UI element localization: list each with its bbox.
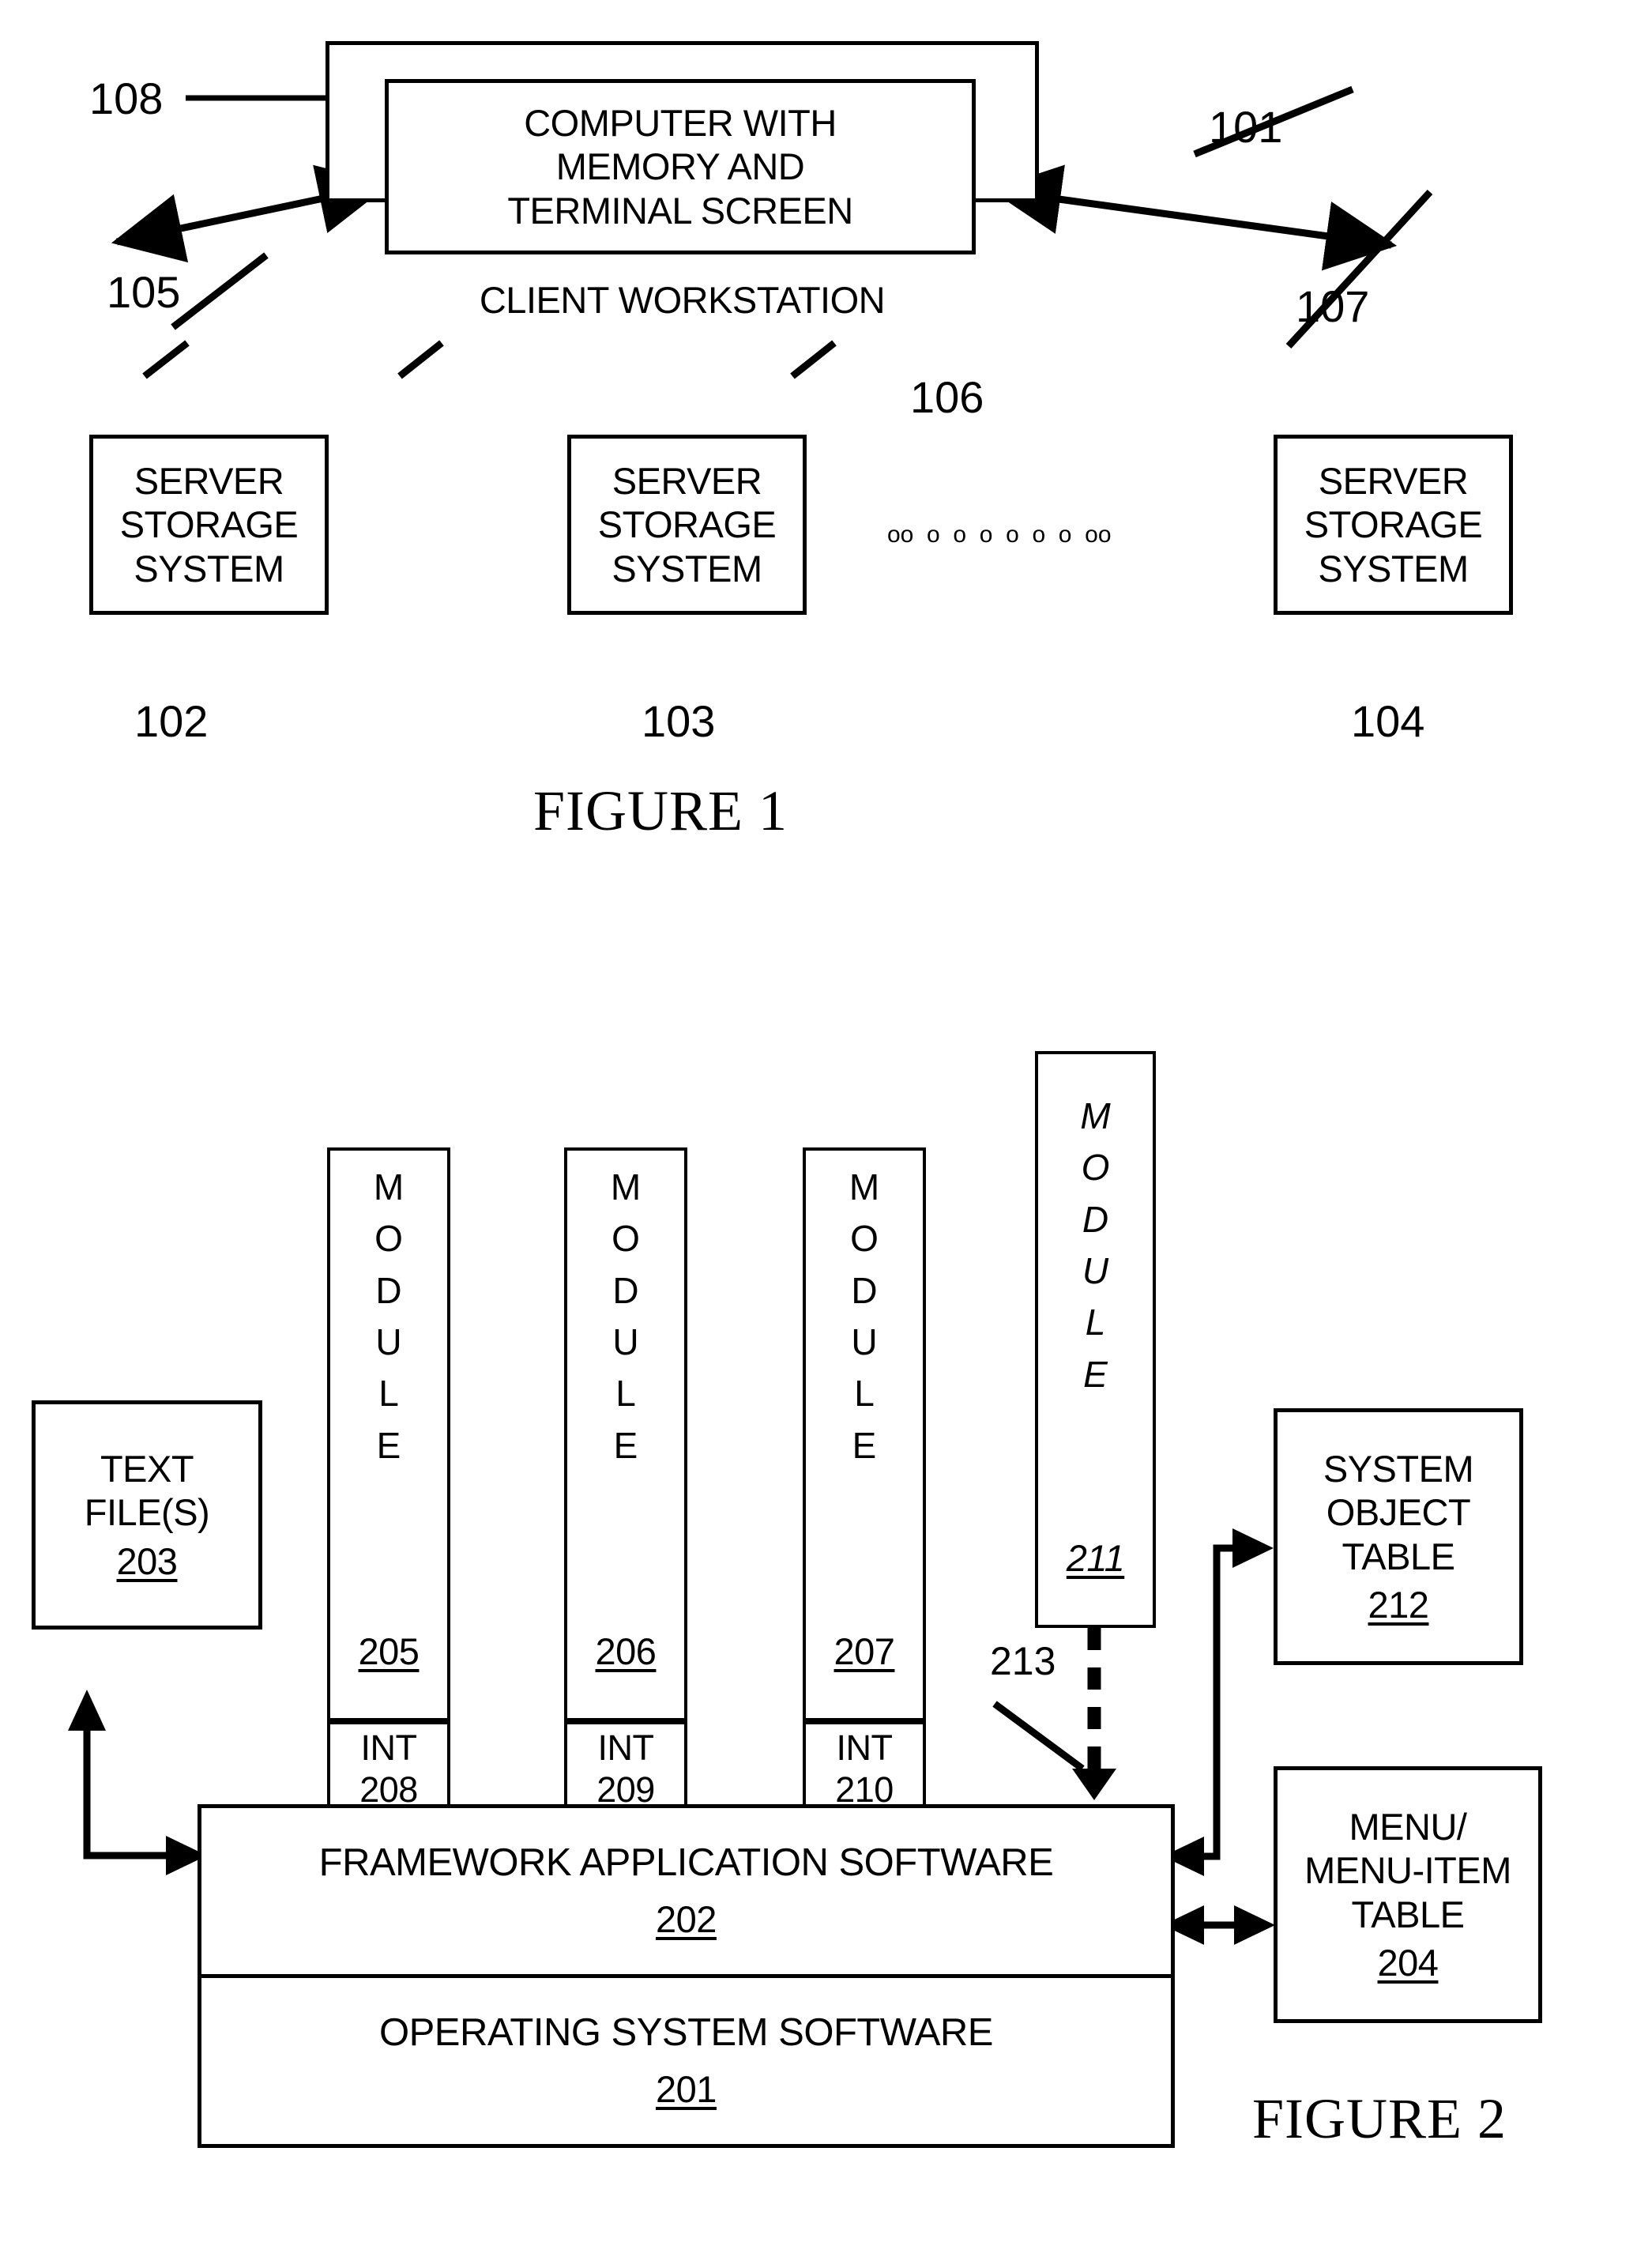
module-207-letter-5: E <box>852 1424 877 1466</box>
module-207-letter-2: D <box>851 1269 878 1311</box>
module-211-letter-4: L <box>1085 1302 1106 1343</box>
server-storage-system-103-box: SERVER STORAGE SYSTEM <box>567 435 807 615</box>
text-files-line-2: FILE(S) <box>84 1491 210 1534</box>
server-ellipsis: oo o o o o o o oo <box>887 522 1112 548</box>
module-207-ref: 207 <box>834 1630 895 1672</box>
module-211-letter-0: M <box>1080 1095 1111 1136</box>
ref-101: 101 <box>1209 102 1283 152</box>
module-205-int-box: INT 208 <box>327 1721 450 1816</box>
server-storage-system-104-box: SERVER STORAGE SYSTEM <box>1274 435 1513 615</box>
server-104-line-1: SERVER <box>1318 459 1469 502</box>
computer-line-1: COMPUTER WITH <box>524 101 837 144</box>
ref-103: 103 <box>642 696 716 746</box>
module-205-letters: M O D U L E <box>327 1162 450 1471</box>
module-207-letter-0: M <box>849 1166 880 1208</box>
framework-label: FRAMEWORK APPLICATION SOFTWARE <box>318 1841 1054 1885</box>
menu-table-line-2: MENU-ITEM <box>1304 1849 1511 1892</box>
system-object-table-line-2: OBJECT <box>1326 1491 1471 1534</box>
module-205-letter-0: M <box>373 1166 405 1208</box>
module-211-ref: 211 <box>1066 1537 1125 1579</box>
leader-103 <box>397 340 444 379</box>
server-102-line-3: SYSTEM <box>134 547 284 590</box>
connector-framework-menu-table <box>1163 1905 1275 1945</box>
module-206-letter-5: E <box>613 1424 638 1466</box>
module-206-ref: 206 <box>595 1630 657 1672</box>
module-211-letter-1: O <box>1081 1147 1110 1189</box>
computer-line-3: TERMINAL SCREEN <box>507 189 853 232</box>
ref-106: 106 <box>910 372 984 422</box>
server-102-line-1: SERVER <box>134 459 284 502</box>
ref-108: 108 <box>89 73 164 123</box>
module-205-letter-5: E <box>376 1424 401 1466</box>
operating-system-label: OPERATING SYSTEM SOFTWARE <box>378 2011 994 2055</box>
ref-105: 105 <box>107 267 181 317</box>
module-207-letters: M O D U L E <box>803 1162 926 1471</box>
module-206-letter-4: L <box>615 1373 636 1415</box>
patent-drawing-sheet: CLIENT WORKSTATION COMPUTER WITH MEMORY … <box>0 0 1652 2257</box>
menu-table-ref: 204 <box>1377 1941 1439 1984</box>
module-205-letter-2: D <box>375 1269 402 1311</box>
text-files-box: TEXT FILE(S) 203 <box>32 1400 262 1630</box>
system-object-table-line-3: TABLE <box>1342 1535 1455 1577</box>
ref-107: 107 <box>1296 281 1370 331</box>
module-206-letters: M O D U L E <box>564 1162 687 1471</box>
module-206-letter-2: D <box>612 1269 639 1311</box>
server-103-line-1: SERVER <box>612 459 762 502</box>
system-object-table-ref: 212 <box>1368 1583 1429 1626</box>
framework-ref: 202 <box>656 1898 717 1941</box>
operating-system-ref: 201 <box>656 2068 717 2111</box>
connector-framework-to-system-object-table <box>1213 1528 1274 1859</box>
module-205-ref: 205 <box>358 1630 420 1672</box>
figure-2-caption: FIGURE 2 <box>1252 2087 1507 2150</box>
system-object-table-box: SYSTEM OBJECT TABLE 212 <box>1274 1408 1523 1665</box>
module-205-letter-1: O <box>374 1218 403 1260</box>
module-207-letter-3: U <box>851 1321 878 1362</box>
system-object-table-line-1: SYSTEM <box>1323 1447 1474 1490</box>
operating-system-software-box: OPERATING SYSTEM SOFTWARE 201 <box>198 1974 1175 2148</box>
client-workstation-label: CLIENT WORKSTATION <box>479 279 886 321</box>
module-207-letter-4: L <box>854 1373 875 1415</box>
module-211-letters: M O D U L E <box>1035 1091 1156 1400</box>
leader-104 <box>790 340 837 379</box>
menu-table-line-1: MENU/ <box>1349 1805 1467 1848</box>
module-205-letter-4: L <box>378 1373 399 1415</box>
module-207-int-box: INT 210 <box>803 1721 926 1816</box>
server-103-line-2: STORAGE <box>597 503 777 546</box>
server-storage-system-102-box: SERVER STORAGE SYSTEM <box>89 435 329 615</box>
server-104-line-2: STORAGE <box>1304 503 1483 546</box>
module-206-int-box: INT 209 <box>564 1721 687 1816</box>
connector-framework-to-text-files <box>68 1690 207 1875</box>
text-files-line-1: TEXT <box>100 1447 194 1490</box>
text-files-ref: 203 <box>116 1539 178 1582</box>
connector-107 <box>989 164 1433 349</box>
module-211-letter-2: D <box>1082 1198 1109 1240</box>
module-206-int-label: INT <box>597 1727 655 1768</box>
ref-213: 213 <box>990 1639 1056 1683</box>
module-211-letter-3: U <box>1082 1249 1109 1291</box>
menu-menu-item-table-box: MENU/ MENU-ITEM TABLE 204 <box>1274 1766 1542 2023</box>
server-103-line-3: SYSTEM <box>612 547 762 590</box>
module-207-letter-1: O <box>850 1218 879 1260</box>
server-104-line-3: SYSTEM <box>1318 547 1469 590</box>
module-206-letter-3: U <box>612 1321 639 1362</box>
module-205-int-label: INT <box>360 1727 418 1768</box>
framework-application-software-box: FRAMEWORK APPLICATION SOFTWARE 202 <box>198 1804 1175 1978</box>
ref-102: 102 <box>134 696 209 746</box>
module-206-letter-0: M <box>610 1166 642 1208</box>
computer-memory-terminal-box: COMPUTER WITH MEMORY AND TERMINAL SCREEN <box>385 79 976 254</box>
figure-1-caption: FIGURE 1 <box>533 779 788 842</box>
module-207-int-label: INT <box>836 1727 894 1768</box>
leader-102 <box>142 340 190 379</box>
server-102-line-2: STORAGE <box>119 503 299 546</box>
menu-table-line-3: TABLE <box>1351 1893 1465 1935</box>
module-211-letter-5: E <box>1083 1353 1108 1395</box>
ref-104: 104 <box>1351 696 1425 746</box>
module-205-letter-3: U <box>375 1321 402 1362</box>
computer-line-2: MEMORY AND <box>555 145 805 188</box>
module-206-letter-1: O <box>612 1218 640 1260</box>
